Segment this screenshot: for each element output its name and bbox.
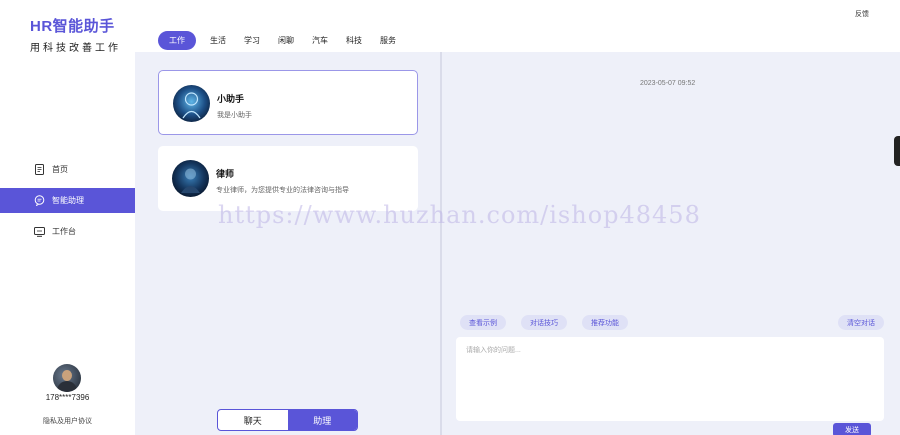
user-phone: 178****7396: [45, 393, 90, 402]
send-button[interactable]: 发送: [833, 423, 871, 435]
brand-subtitle: 用科技改善工作: [30, 43, 121, 54]
dialog-tips-button[interactable]: 对话技巧: [521, 315, 567, 330]
sidebar-item-assistant[interactable]: 智能助理: [0, 188, 135, 213]
tab-work[interactable]: 工作: [158, 31, 196, 50]
tab-tech[interactable]: 科技: [346, 35, 362, 46]
mode-toggle: 聊天 助理: [217, 409, 358, 431]
avatar-body: [57, 381, 77, 392]
chat-panel: 2023-05-07 09:52 查看示例 对话技巧 推荐功能 清空对话 发送: [442, 52, 900, 435]
assistant-card[interactable]: 律师 专业律师，为您提供专业的法律咨询与指导: [158, 146, 418, 211]
avatar[interactable]: [53, 364, 81, 392]
sidebar-item-workbench[interactable]: 工作台: [0, 219, 135, 244]
tab-chat[interactable]: 闲聊: [278, 35, 294, 46]
avatar-face: [62, 370, 72, 381]
chat-bubble-icon: [34, 195, 45, 206]
tab-life[interactable]: 生活: [210, 35, 226, 46]
monitor-icon: [34, 226, 45, 237]
feedback-link[interactable]: 反馈: [855, 9, 869, 19]
mode-assistant-button[interactable]: 助理: [287, 410, 357, 430]
sidebar-item-label: 工作台: [52, 227, 76, 236]
message-input[interactable]: [456, 337, 884, 421]
assistant-avatar: [173, 85, 210, 122]
chat-timestamp: 2023-05-07 09:52: [640, 80, 696, 87]
assistant-desc: 专业律师，为您提供专业的法律咨询与指导: [216, 187, 349, 194]
document-icon: [34, 164, 45, 175]
sidebar-item-home[interactable]: 首页: [0, 157, 135, 182]
category-tabs: 工作 生活 学习 闲聊 汽车 科技 服务: [158, 31, 414, 50]
tab-study[interactable]: 学习: [244, 35, 260, 46]
side-drawer-handle[interactable]: [894, 136, 900, 166]
assistant-list-panel: 小助手 我是小助手 律师 专业律师，为您提供专业的法律咨询与指导 聊天 助理: [135, 52, 440, 435]
sidebar-item-label: 首页: [52, 165, 68, 174]
privacy-link[interactable]: 隐私及用户协议: [0, 416, 135, 426]
view-examples-button[interactable]: 查看示例: [460, 315, 506, 330]
recommend-features-button[interactable]: 推荐功能: [582, 315, 628, 330]
assistant-card[interactable]: 小助手 我是小助手: [158, 70, 418, 135]
sidebar-item-label: 智能助理: [52, 196, 84, 205]
assistant-name: 律师: [216, 169, 235, 179]
sidebar: HR智能助手 用科技改善工作 首页 智能助理 工作台 178****7396 隐…: [0, 0, 135, 435]
clear-chat-button[interactable]: 清空对话: [838, 315, 884, 330]
tab-car[interactable]: 汽车: [312, 35, 328, 46]
assistant-desc: 我是小助手: [217, 112, 252, 119]
brand-title: HR智能助手: [30, 18, 115, 35]
assistant-name: 小助手: [217, 94, 245, 104]
sidebar-nav: 首页 智能助理 工作台: [0, 157, 135, 250]
mode-chat-button[interactable]: 聊天: [218, 410, 288, 430]
assistant-avatar: [172, 160, 209, 197]
tab-service[interactable]: 服务: [380, 35, 396, 46]
